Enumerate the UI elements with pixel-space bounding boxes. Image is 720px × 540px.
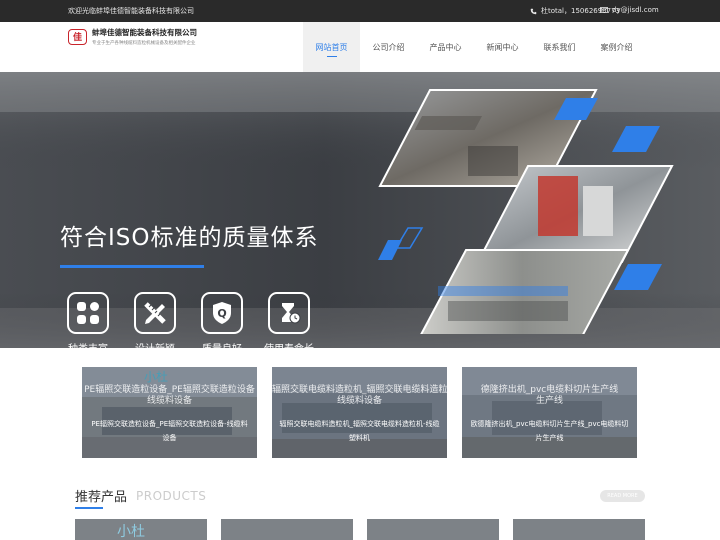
thumb-watermark: 小杜 xyxy=(117,524,145,540)
main-nav: 网站首页 公司介绍 产品中心 新闻中心 联系我们 案例介绍 xyxy=(303,22,645,72)
card-title[interactable]: PE辐照交联造粒设备_PE辐照交联造粒设备-线缆料设备 xyxy=(88,417,251,445)
banner-photo-collage xyxy=(378,89,674,334)
company-slogan: 专业于生产各种线缆料造粒机械设备及相关配件企业 xyxy=(92,41,196,46)
feature-variety: 种类丰富 xyxy=(58,292,118,348)
nav-item-products[interactable]: 产品中心 xyxy=(417,22,474,72)
section-title: 推荐产品 xyxy=(75,490,128,505)
card-title[interactable]: 辐照交联电缆料造粒机_辐照交联电缆料造粒机-线缆塑料机 xyxy=(278,417,441,445)
company-name: 蚌埠佳德智能装备科技有限公司 xyxy=(92,28,197,37)
product-thumb[interactable] xyxy=(221,519,353,540)
product-card[interactable]: 辐照交联电缆料造粒机_辐照交联电缆料造粒机 线缆料设备 辐照交联电缆料造粒机_辐照… xyxy=(272,367,447,458)
card-ghost-text: PE辐照交联造粒设备_PE辐照交联造粒设备 线缆料设备 xyxy=(84,385,255,406)
pencil-ruler-icon xyxy=(134,292,176,334)
product-thumb[interactable]: 小杜 xyxy=(75,519,207,540)
card-ghost-text: 德隆挤出机_pvc电缆料切片生产线 生产线 xyxy=(480,385,619,406)
product-card[interactable]: 小杜 PE辐照交联造粒设备_PE辐照交联造粒设备 线缆料设备 PE辐照交联造粒设备… xyxy=(82,367,257,458)
logo-mark-icon: 佳 xyxy=(68,28,87,45)
product-thumb[interactable] xyxy=(513,519,645,540)
product-thumb[interactable] xyxy=(367,519,499,540)
featured-cards: 小杜 PE辐照交联造粒设备_PE辐照交联造粒设备 线缆料设备 PE辐照交联造粒设备… xyxy=(82,367,638,458)
section-subtitle: PRODUCTS xyxy=(136,489,207,503)
nav-item-news[interactable]: 新闻中心 xyxy=(474,22,531,72)
feature-quality: Q 质量良好 xyxy=(192,292,252,348)
grid-icon xyxy=(67,292,109,334)
site-logo[interactable]: 佳 蚌埠佳德智能装备科技有限公司 专业于生产各种线缆料造粒机械设备及相关配件企业 xyxy=(68,27,197,46)
card-ghost-text: 辐照交联电缆料造粒机_辐照交联电缆料造粒机 线缆料设备 xyxy=(272,385,447,406)
svg-text:Q: Q xyxy=(217,307,226,320)
product-card[interactable]: 德隆挤出机_pvc电缆料切片生产线 生产线 欧德隆挤出机_pvc电缆料切片生产线_… xyxy=(462,367,637,458)
feature-label: 使用寿命长 xyxy=(259,340,319,348)
welcome-text: 欢迎光临蚌埠佳德智能装备科技有限公司 xyxy=(68,7,194,15)
nav-item-home[interactable]: 网站首页 xyxy=(303,22,360,72)
feature-label: 质量良好 xyxy=(192,340,252,348)
email-address[interactable]: dy@jisdl.com xyxy=(612,6,659,14)
feature-design: 设计新颖 xyxy=(125,292,185,348)
nav-item-cases[interactable]: 案例介绍 xyxy=(588,22,645,72)
nav-item-contact[interactable]: 联系我们 xyxy=(531,22,588,72)
hero-banner[interactable]: 符合ISO标准的质量体系 种类丰富 设计新颖 Q 质量良好 使用寿命长 xyxy=(0,72,720,348)
quality-q-icon: Q xyxy=(201,292,243,334)
section-underline xyxy=(75,507,103,509)
nav-item-about[interactable]: 公司介绍 xyxy=(360,22,417,72)
top-bar: 欢迎光临蚌埠佳德智能装备科技有限公司 杜total，15062690773 dy… xyxy=(0,0,720,22)
read-more-button[interactable]: READ MORE xyxy=(600,490,645,502)
feature-label: 设计新颖 xyxy=(125,340,185,348)
phone-icon xyxy=(530,8,537,14)
slogan-underline xyxy=(60,265,204,268)
email-contact[interactable]: dy@jisdl.com xyxy=(600,6,659,14)
hourglass-icon xyxy=(268,292,310,334)
banner-slogan: 符合ISO标准的质量体系 xyxy=(60,225,319,251)
feature-durability: 使用寿命长 xyxy=(259,292,319,348)
site-header: 佳 蚌埠佳德智能装备科技有限公司 专业于生产各种线缆料造粒机械设备及相关配件企业… xyxy=(0,22,720,72)
mail-icon xyxy=(600,7,608,13)
feature-label: 种类丰富 xyxy=(58,340,118,348)
card-title[interactable]: 欧德隆挤出机_pvc电缆料切片生产线_pvc电缆料切片生产线 xyxy=(468,417,631,445)
